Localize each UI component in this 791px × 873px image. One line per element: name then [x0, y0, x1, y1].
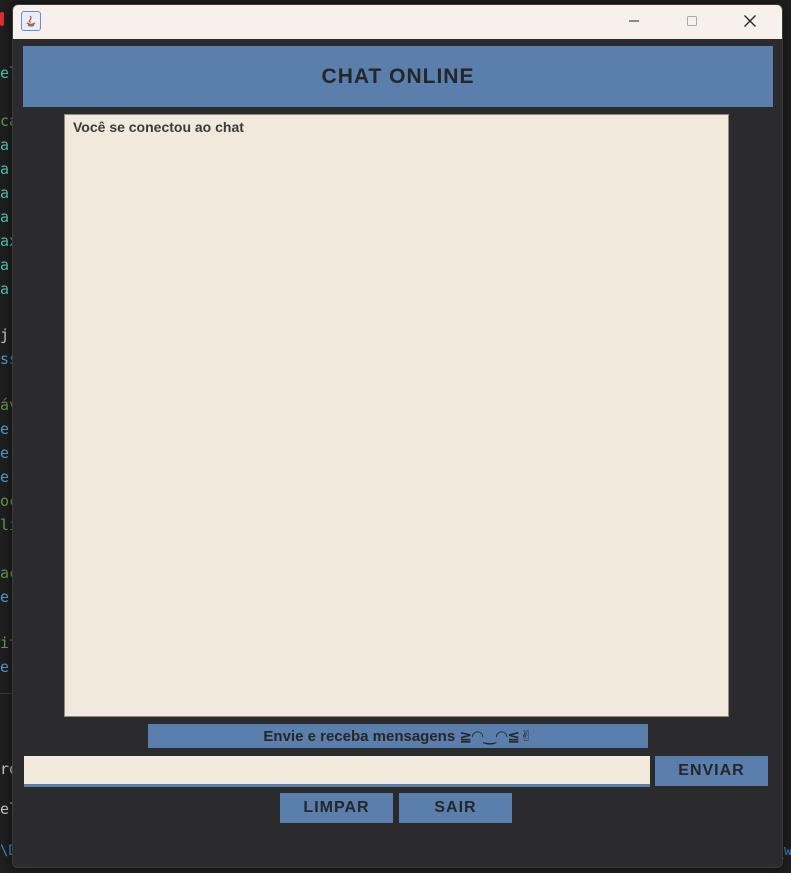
- send-button[interactable]: ENVIAR: [655, 756, 768, 786]
- info-banner: Envie e receba mensagens ≧◠‿◠≦✌: [148, 724, 648, 748]
- close-button[interactable]: [727, 5, 773, 37]
- maximize-icon: [687, 16, 697, 26]
- minimize-icon: [629, 20, 639, 22]
- header-banner: CHAT ONLINE: [23, 46, 773, 107]
- page-title: CHAT ONLINE: [321, 64, 475, 88]
- message-input[interactable]: [24, 756, 650, 787]
- clear-button[interactable]: LIMPAR: [280, 793, 393, 823]
- chat-message: Você se conectou ao chat: [73, 119, 244, 135]
- java-app-icon[interactable]: [21, 11, 41, 31]
- chat-messages-area[interactable]: Você se conectou ao chat: [64, 114, 729, 717]
- ide-error-marker: [0, 12, 4, 26]
- minimize-button[interactable]: [611, 5, 657, 37]
- exit-button[interactable]: SAIR: [399, 793, 512, 823]
- info-text: Envie e receba mensagens ≧◠‿◠≦✌: [263, 728, 533, 745]
- title-bar[interactable]: [13, 5, 782, 39]
- chat-window: CHAT ONLINE Você se conectou ao chat Env…: [12, 4, 783, 868]
- maximize-button[interactable]: [669, 5, 715, 37]
- close-icon: [744, 15, 756, 27]
